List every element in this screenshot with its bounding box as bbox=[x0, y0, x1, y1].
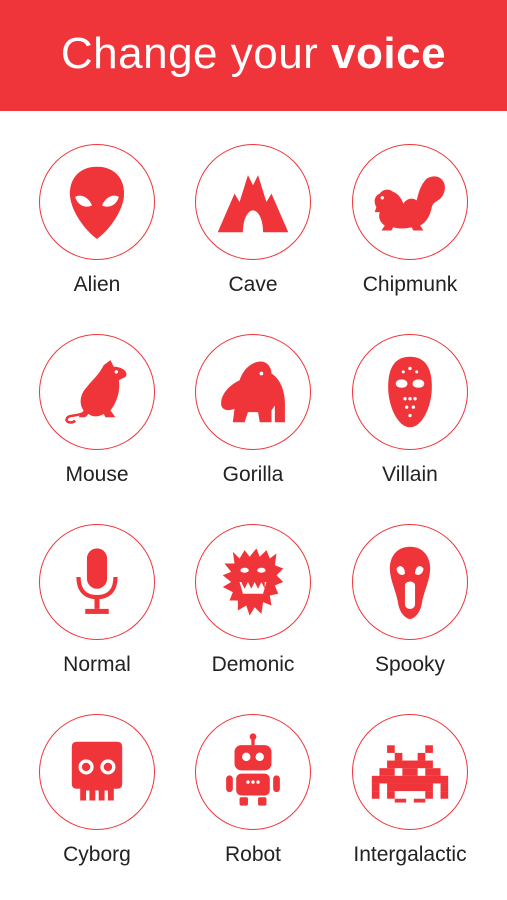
cave-icon bbox=[217, 175, 289, 233]
voice-label: Normal bbox=[63, 653, 131, 676]
hockey-mask-icon bbox=[388, 356, 432, 428]
demon-icon bbox=[222, 548, 284, 616]
page-title: Change your voice bbox=[61, 29, 446, 79]
voice-option-intergalactic[interactable]: Intergalactic bbox=[335, 714, 485, 884]
voice-option-cave[interactable]: Cave bbox=[178, 144, 328, 314]
title-prefix: Change your bbox=[60, 28, 319, 78]
voice-option-circle[interactable] bbox=[195, 714, 311, 830]
voice-option-circle[interactable] bbox=[39, 144, 155, 260]
alien-icon bbox=[69, 166, 125, 239]
voice-option-mouse[interactable]: Mouse bbox=[22, 334, 172, 504]
voice-option-gorilla[interactable]: Gorilla bbox=[178, 334, 328, 504]
voice-option-alien[interactable]: Alien bbox=[22, 144, 172, 314]
voice-option-circle[interactable] bbox=[195, 334, 311, 450]
voice-grid: Alien Cave Chipmunk Mouse Gorilla Villai… bbox=[0, 111, 507, 900]
voice-label: Demonic bbox=[211, 653, 295, 676]
voice-option-circle[interactable] bbox=[352, 524, 468, 640]
voice-option-circle[interactable] bbox=[352, 334, 468, 450]
voice-option-circle[interactable] bbox=[39, 524, 155, 640]
chipmunk-icon bbox=[374, 176, 445, 231]
voice-label: Robot bbox=[224, 843, 282, 866]
ghost-scream-icon bbox=[389, 546, 431, 619]
skull-icon bbox=[71, 741, 123, 801]
voice-option-circle[interactable] bbox=[195, 524, 311, 640]
voice-label: Gorilla bbox=[222, 463, 284, 486]
voice-option-circle[interactable] bbox=[352, 714, 468, 830]
mouse-icon bbox=[65, 360, 127, 424]
voice-option-demonic[interactable]: Demonic bbox=[178, 524, 328, 694]
voice-label: Cyborg bbox=[63, 843, 131, 866]
voice-option-circle[interactable] bbox=[195, 144, 311, 260]
voice-option-cyborg[interactable]: Cyborg bbox=[22, 714, 172, 884]
voice-option-villain[interactable]: Villain bbox=[335, 334, 485, 504]
title-bold: voice bbox=[331, 28, 447, 78]
voice-label: Villain bbox=[382, 463, 438, 486]
voice-option-circle[interactable] bbox=[352, 144, 468, 260]
microphone-icon bbox=[76, 548, 118, 614]
voice-label: Alien bbox=[73, 273, 121, 296]
voice-option-chipmunk[interactable]: Chipmunk bbox=[335, 144, 485, 314]
gorilla-icon bbox=[221, 361, 285, 423]
voice-option-circle[interactable] bbox=[39, 334, 155, 450]
voice-label: Mouse bbox=[65, 463, 129, 486]
voice-label: Cave bbox=[228, 273, 278, 296]
voice-label: Spooky bbox=[374, 653, 446, 676]
robot-icon bbox=[226, 733, 280, 806]
voice-option-robot[interactable]: Robot bbox=[178, 714, 328, 884]
voice-label: Chipmunk bbox=[362, 273, 458, 296]
voice-label: Intergalactic bbox=[353, 843, 467, 866]
voice-option-normal[interactable]: Normal bbox=[22, 524, 172, 694]
app-header: Change your voice bbox=[0, 0, 507, 111]
voice-option-circle[interactable] bbox=[39, 714, 155, 830]
space-invader-icon bbox=[371, 745, 449, 803]
voice-option-spooky[interactable]: Spooky bbox=[335, 524, 485, 694]
